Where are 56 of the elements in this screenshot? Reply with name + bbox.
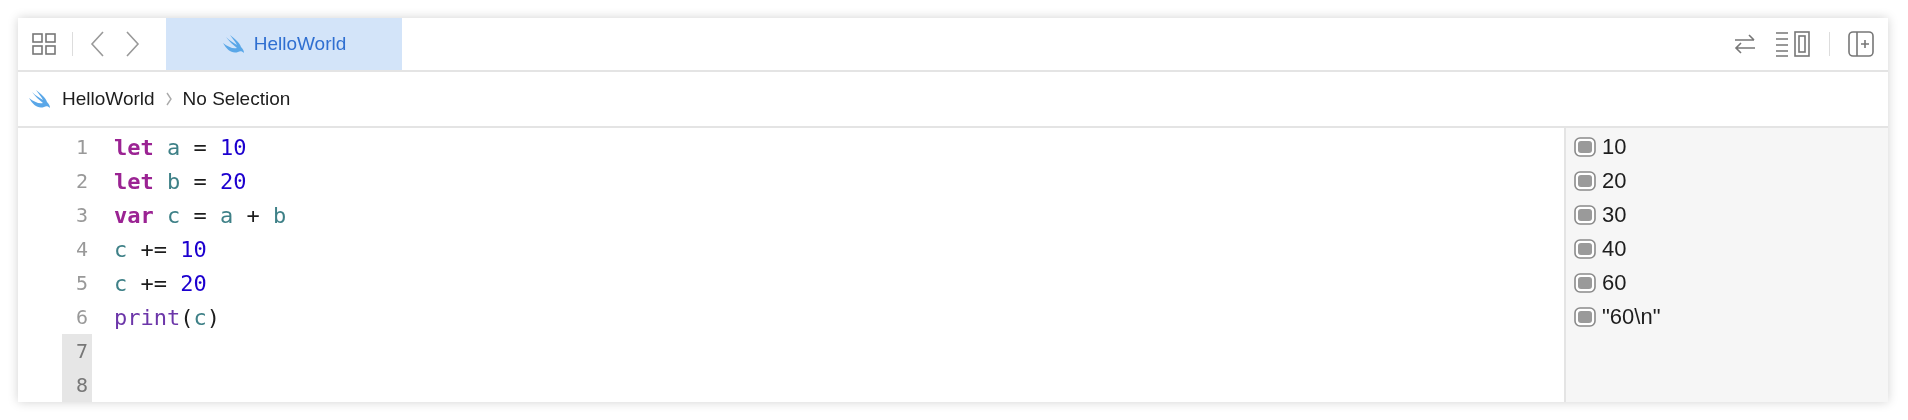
- code-token: c: [114, 236, 128, 262]
- code-token: let: [114, 168, 154, 194]
- line-number: 3: [74, 202, 89, 229]
- code-token: a: [220, 202, 234, 228]
- code-token: +=: [140, 236, 167, 262]
- line-number: 6: [74, 304, 89, 331]
- code-token: (: [180, 304, 194, 330]
- code-token: 20: [180, 270, 207, 296]
- result-toggle-icon[interactable]: [1574, 205, 1596, 225]
- code-token: 20: [220, 168, 247, 194]
- swift-icon: [221, 34, 246, 54]
- result-value: 60: [1602, 270, 1627, 296]
- breadcrumb-item[interactable]: No Selection: [182, 88, 291, 110]
- result-value: "60\n": [1602, 304, 1661, 330]
- add-panel-icon[interactable]: [1848, 31, 1874, 57]
- code-token: =: [193, 134, 207, 160]
- grid-icon[interactable]: [32, 33, 56, 55]
- code-token: +: [246, 202, 260, 228]
- line-number: 1: [74, 134, 89, 161]
- code-token: b: [273, 202, 287, 228]
- code-token: let: [114, 134, 154, 160]
- code-token: a: [167, 134, 181, 160]
- code-token: 10: [220, 134, 247, 160]
- editor-layout-icon[interactable]: [1775, 31, 1811, 57]
- code-token: var: [114, 202, 154, 228]
- result-toggle-icon[interactable]: [1574, 137, 1596, 157]
- line-number: 7: [62, 334, 92, 368]
- code-token: c: [167, 202, 181, 228]
- line-number: 8: [62, 368, 92, 402]
- code-token: +=: [140, 270, 167, 296]
- result-toggle-icon[interactable]: [1574, 171, 1596, 191]
- code-token: print: [114, 304, 181, 330]
- result-value: 10: [1602, 134, 1627, 160]
- line-number: 2: [74, 168, 89, 195]
- line-number: 5: [74, 270, 89, 297]
- back-icon[interactable]: [89, 30, 105, 58]
- breadcrumb-item[interactable]: HelloWorld: [62, 88, 155, 110]
- result-toggle-icon[interactable]: [1574, 307, 1596, 327]
- code-token: b: [167, 168, 181, 194]
- file-tab[interactable]: HelloWorld: [166, 18, 402, 70]
- swap-arrows-icon[interactable]: [1733, 33, 1757, 55]
- code-token: ): [206, 304, 220, 330]
- result-value: 30: [1602, 202, 1627, 228]
- result-value: 20: [1602, 168, 1627, 194]
- result-toggle-icon[interactable]: [1574, 273, 1596, 293]
- code-token: c: [114, 270, 128, 296]
- swift-icon: [28, 89, 52, 109]
- code-token: =: [193, 202, 207, 228]
- line-number: 4: [74, 236, 89, 263]
- code-token: =: [193, 168, 207, 194]
- result-value: 40: [1602, 236, 1627, 262]
- code-token: c: [193, 304, 207, 330]
- code-token: 10: [180, 236, 207, 262]
- forward-icon[interactable]: [125, 30, 141, 58]
- result-toggle-icon[interactable]: [1574, 239, 1596, 259]
- chevron-icon: [164, 92, 173, 106]
